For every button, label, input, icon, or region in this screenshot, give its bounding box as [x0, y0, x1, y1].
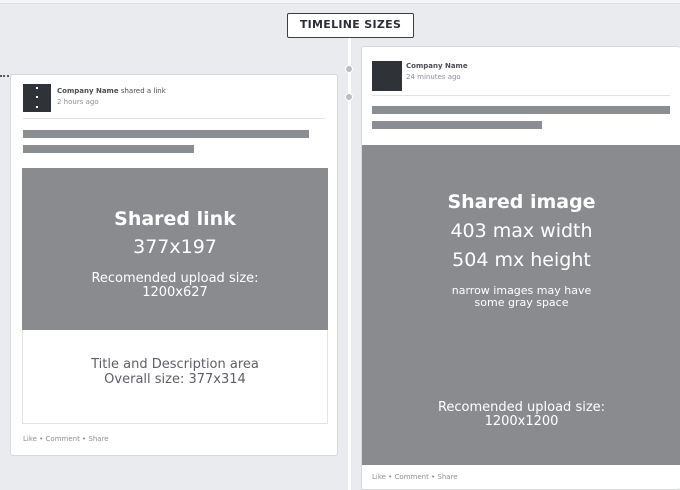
page-title: TIMELINE SIZES [287, 13, 414, 38]
post-action: shared a link [120, 87, 166, 95]
avatar [372, 61, 402, 91]
block-size: 377x197 [133, 236, 217, 258]
max-height-label: 504 mx height [452, 249, 591, 271]
text-placeholder-bar [23, 145, 194, 153]
post-author: Company Name shared a link [57, 87, 166, 95]
shared-link-post: Company Name shared a link 2 hours ago S… [10, 74, 338, 456]
desc-title: Title and Description area [91, 357, 259, 372]
text-placeholder-bar [23, 130, 309, 138]
text-placeholder-bar [372, 121, 542, 129]
block-title: Shared image [447, 191, 596, 213]
timeline-spine [348, 38, 351, 490]
divider [23, 118, 325, 119]
avatar [23, 84, 51, 112]
post-time[interactable]: 2 hours ago [57, 98, 99, 106]
shared-image-area[interactable]: Shared image 403 max width 504 mx height… [362, 145, 680, 465]
max-width-label: 403 max width [450, 220, 593, 242]
timeline-dot [345, 93, 353, 101]
top-border [0, 0, 680, 4]
text-placeholder-bar [372, 106, 670, 114]
upload-size-label: Recomended upload size: [437, 400, 606, 415]
divider [372, 95, 670, 96]
block-title: Shared link [114, 208, 236, 230]
post-actions[interactable]: Like • Comment • Share [372, 473, 458, 481]
narrow-note-line2: some gray space [474, 296, 569, 309]
post-author: Company Name [406, 62, 468, 70]
upload-size-value: 1200x627 [142, 285, 208, 300]
company-name[interactable]: Company Name [57, 87, 119, 95]
title-description-area[interactable]: Title and Description area Overall size:… [22, 330, 328, 424]
post-actions[interactable]: Like • Comment • Share [23, 435, 109, 443]
upload-size-label: Recomended upload size: [91, 271, 259, 286]
timeline-dot [345, 65, 353, 73]
shared-link-image-area[interactable]: Shared link 377x197 Recomended upload si… [22, 168, 328, 330]
desc-size: Overall size: 377x314 [104, 372, 246, 387]
post-time[interactable]: 24 minutes ago [406, 73, 461, 81]
company-name[interactable]: Company Name [406, 62, 468, 70]
shared-image-post: Company Name 24 minutes ago Shared image… [361, 46, 680, 490]
upload-size-value: 1200x1200 [484, 414, 559, 429]
